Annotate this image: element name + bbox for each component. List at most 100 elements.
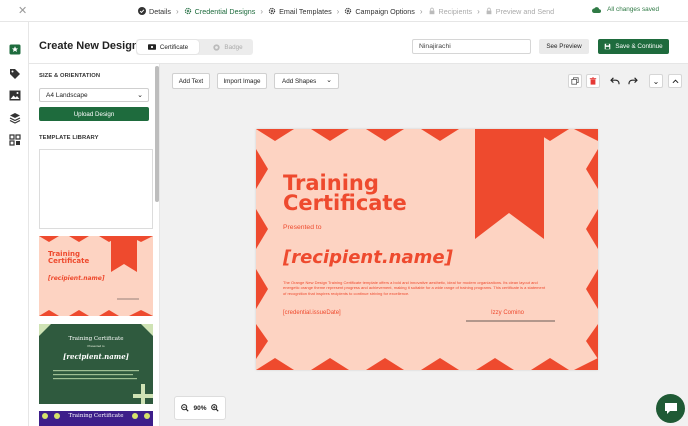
certificate-icon [147, 44, 156, 50]
layers-icon[interactable] [8, 111, 21, 124]
chevron-up-icon [672, 78, 678, 83]
gear-icon [345, 7, 352, 15]
save-icon [605, 43, 611, 50]
close-icon[interactable]: ✕ [18, 4, 27, 17]
see-preview-button[interactable]: See Preview [539, 39, 589, 54]
badge-tab-label: Badge [224, 43, 243, 51]
step-recipients: Recipients [428, 6, 473, 16]
badge-star-icon[interactable] [8, 43, 21, 56]
step-label: Campaign Options [355, 6, 415, 16]
chat-bubble-icon [664, 403, 677, 414]
design-header: Create New Design Certificate Badge See … [29, 22, 688, 64]
undo-button[interactable] [608, 74, 622, 88]
check-circle-icon [138, 7, 146, 15]
chevron-right-icon: › [419, 6, 423, 16]
certificate-title[interactable]: Training Certificate [283, 171, 407, 215]
zoom-control: 90% [174, 396, 226, 420]
zoom-level: 90% [193, 404, 207, 412]
panel-scrollbar[interactable] [155, 66, 159, 202]
step-details[interactable]: Details [138, 7, 171, 16]
size-section-label: SIZE & ORIENTATION [39, 73, 101, 79]
redo-button[interactable] [626, 74, 640, 88]
save-continue-button[interactable]: Save & Continue [598, 39, 669, 54]
tag-icon[interactable] [8, 67, 21, 80]
gear-icon [184, 7, 191, 15]
step-label: Preview and Send [495, 6, 555, 16]
step-preview-send: Preview and Send [485, 7, 554, 16]
gear-icon [268, 7, 276, 15]
certificate-preview[interactable]: Training Certificate Presented to [recip… [256, 129, 598, 370]
certificate-presented-text[interactable]: Presented to [283, 224, 322, 231]
chevron-right-icon: › [260, 6, 264, 16]
chevron-down-icon: ⌄ [326, 77, 332, 84]
trash-icon [589, 77, 597, 85]
add-shapes-dropdown[interactable]: Add Shapes ⌄ [274, 73, 339, 89]
template-orange[interactable]: Training Certificate [recipient.name] [39, 236, 153, 316]
certificate-description[interactable]: The Orange New Design Training Certifica… [283, 280, 547, 296]
save-status: All changes saved [592, 6, 659, 13]
step-label: Recipients [438, 6, 473, 16]
design-type-toggle: Certificate Badge [136, 39, 253, 55]
template-purple-title: Training Certificate [68, 413, 124, 419]
zoom-in-icon[interactable] [210, 404, 219, 412]
blank-template[interactable] [39, 149, 153, 229]
step-label: Email Templates [279, 6, 332, 16]
chat-button[interactable] [656, 394, 685, 423]
certificate-tab[interactable]: Certificate [137, 40, 199, 54]
add-text-button[interactable]: Add Text [172, 73, 210, 89]
template-green-name: [recipient.name] [63, 352, 129, 361]
upload-design-button[interactable]: Upload Design [39, 107, 149, 121]
lock-icon [429, 7, 434, 15]
template-library-label: TEMPLATE LIBRARY [39, 135, 99, 141]
steps-bar: ✕ Details › Credential Designs › Email T… [0, 0, 688, 22]
chevron-right-icon: › [336, 6, 340, 16]
chevron-down-icon: ⌄ [137, 92, 143, 99]
redo-icon [628, 77, 638, 85]
template-green-subtitle: Presented to [87, 344, 105, 348]
template-purple[interactable]: Training Certificate [39, 411, 153, 426]
image-icon[interactable] [8, 89, 21, 102]
step-campaign-options[interactable]: Campaign Options [344, 7, 415, 16]
delete-button[interactable] [586, 74, 600, 88]
certificate-title-line2: Certificate [283, 191, 407, 215]
zoom-out-icon[interactable] [181, 404, 190, 412]
lock-icon [486, 7, 492, 15]
move-down-button[interactable]: ⌄ [649, 74, 663, 88]
certificate-issue-date[interactable]: [credential.issueDate] [283, 310, 341, 316]
size-select-value: A4 Landscape [46, 91, 88, 99]
move-up-button[interactable] [668, 74, 682, 88]
chevron-right-icon: › [175, 6, 179, 16]
design-name-input[interactable] [412, 39, 531, 54]
steps-nav: Details › Credential Designs › Email Tem… [138, 0, 554, 22]
template-orange-name: [recipient.name] [48, 275, 105, 282]
cloud-icon [592, 6, 602, 13]
template-green[interactable]: Training Certificate Presented to [recip… [39, 324, 153, 404]
save-status-text: All changes saved [607, 6, 659, 13]
undo-icon [610, 77, 620, 85]
add-shapes-label: Add Shapes [282, 77, 317, 85]
copy-icon [571, 77, 579, 85]
duplicate-button[interactable] [568, 74, 582, 88]
step-email-templates[interactable]: Email Templates [268, 7, 332, 16]
certificate-tab-label: Certificate [159, 43, 189, 51]
certificate-signature[interactable]: Izzy Comino [491, 310, 524, 316]
design-panel: SIZE & ORIENTATION A4 Landscape ⌄ Upload… [29, 64, 160, 426]
step-credential-designs[interactable]: Credential Designs [184, 6, 256, 16]
badge-icon [213, 43, 221, 51]
grid-icon[interactable] [8, 133, 21, 146]
badge-tab[interactable]: Badge [197, 40, 259, 54]
import-image-button[interactable]: Import Image [217, 73, 267, 89]
tool-rail [0, 22, 29, 426]
chevron-right-icon: › [477, 6, 480, 16]
step-label: Details [149, 6, 171, 16]
template-green-title: Training Certificate [68, 336, 124, 342]
template-orange-title: Training Certificate [48, 250, 90, 265]
design-canvas: Add Text Import Image Add Shapes ⌄ ⌄ Tra… [160, 64, 688, 426]
size-select[interactable]: A4 Landscape ⌄ [39, 88, 149, 102]
certificate-title-line1: Training [283, 171, 379, 195]
page-title: Create New Design [39, 40, 139, 52]
certificate-recipient-name[interactable]: [recipient.name] [283, 247, 453, 268]
chevron-down-icon: ⌄ [652, 76, 660, 86]
save-continue-label: Save & Continue [615, 43, 663, 50]
step-label: Credential Designs [194, 6, 256, 16]
